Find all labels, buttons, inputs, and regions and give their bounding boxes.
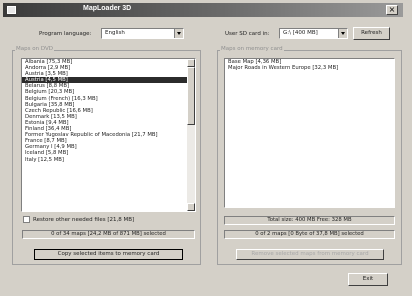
dvd-list-scrollbar[interactable]	[187, 59, 195, 211]
card-map-item[interactable]: Major Roads in Western Europe [32,3 MB]	[225, 65, 394, 71]
card-total-size: Total size: 400 MB Free: 328 MB	[224, 216, 395, 225]
chevron-down-icon[interactable]	[338, 29, 347, 38]
scroll-up-icon[interactable]	[187, 59, 195, 67]
dvd-maps-list[interactable]: Albania [75,3 MB] Andorra [2,9 MB] Austria…	[21, 58, 196, 212]
scroll-thumb[interactable]	[187, 67, 195, 125]
remove-from-card-button[interactable]: Remove selected maps from memory card	[236, 249, 384, 260]
dvd-map-item[interactable]: Italy [12,5 MB]	[22, 157, 195, 163]
copy-to-card-button[interactable]: Copy selected items to memory card	[34, 249, 183, 260]
maps-on-dvd-label: Maps on DVD	[15, 46, 54, 52]
card-selection-status: 0 of 2 maps [0 Byte of 37,8 MB] selected	[224, 230, 395, 239]
app-window: MapLoader 3D × Program language: English…	[0, 0, 412, 296]
maps-on-card-label: Maps on memory card	[220, 46, 284, 52]
sd-card-select[interactable]: G:\ [400 MB]	[279, 28, 348, 39]
scroll-down-icon[interactable]	[187, 203, 195, 211]
window-title: MapLoader 3D	[83, 5, 132, 12]
app-icon	[7, 6, 16, 14]
sd-card-label: User SD card in:	[225, 31, 270, 37]
sd-card-value: G:\ [400 MB]	[283, 30, 318, 36]
card-maps-list[interactable]: Base Map [4,36 MB] Major Roads in Western…	[224, 58, 395, 208]
program-language-label: Program language:	[39, 31, 92, 37]
dvd-selection-status: 0 of 34 maps [24,2 MB of 871 MB] selecte…	[22, 230, 195, 239]
restore-files-checkbox[interactable]	[23, 216, 30, 223]
restore-files-label: Restore other needed files [21,8 MB]	[33, 217, 135, 223]
chevron-down-icon[interactable]	[174, 29, 183, 38]
refresh-button[interactable]: Refresh	[353, 27, 390, 40]
language-value: English	[105, 30, 125, 36]
close-button[interactable]: ×	[386, 5, 398, 15]
title-bar[interactable]: MapLoader 3D ×	[3, 3, 403, 17]
language-select[interactable]: English	[101, 28, 184, 39]
exit-button[interactable]: Exit	[348, 273, 388, 286]
